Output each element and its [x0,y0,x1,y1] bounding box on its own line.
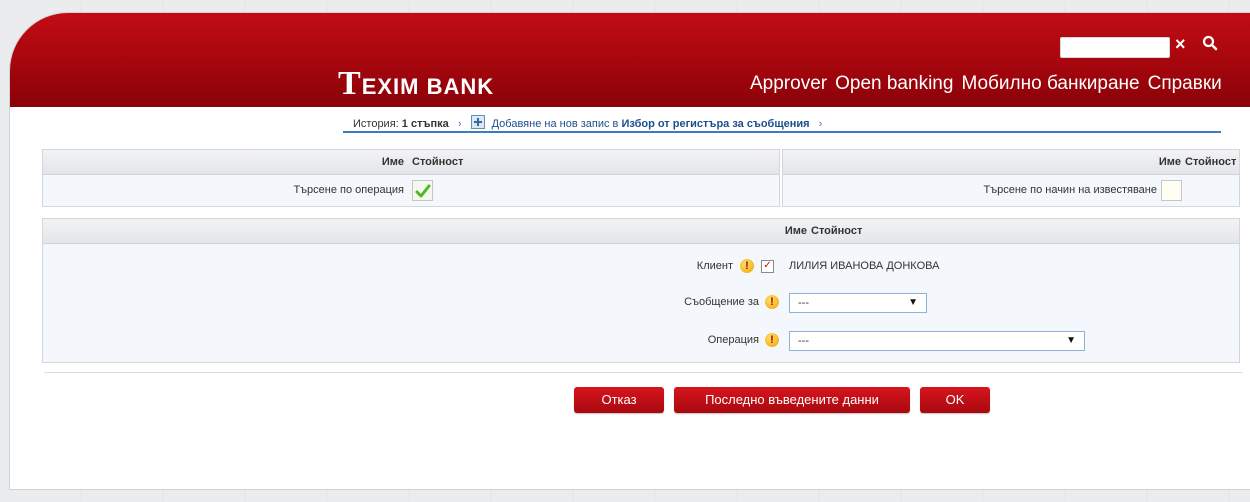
nav-open-banking[interactable]: Open banking [835,73,953,95]
search-input[interactable] [1060,37,1170,58]
panel-header: Име Стойност [783,150,1239,175]
texim-bank-logo[interactable]: TEXIM BANK [338,65,494,103]
panel-header: Име Стойност [43,150,779,175]
filter-panel-notification: Име Стойност Търсене по начин на известя… [782,149,1240,207]
required-icon: ! [740,259,754,273]
search-by-operation-checkbox[interactable] [412,180,433,201]
col-name-header: Име [1158,156,1181,168]
operation-label: Операция [707,334,759,346]
form-body: Клиент ! ✓ ЛИЛИЯ ИВАНОВА ДОНКОВА Съобщен… [43,244,1239,362]
logo-letter: T [338,65,362,102]
last-entered-data-button[interactable]: Последно въведените данни [674,387,910,413]
nav-reports[interactable]: Справки [1148,73,1222,95]
chevron-right-icon: › [457,118,462,130]
add-record-icon[interactable] [470,115,485,129]
logo-text: EXIM BANK [361,74,495,99]
message-for-select[interactable]: --- ▼ [789,293,927,313]
required-icon: ! [765,295,779,309]
divider [44,372,1242,373]
col-value-header: Стойност [811,225,863,237]
col-name-header: Име [381,156,404,168]
history-steps[interactable]: 1 стъпка [402,118,449,130]
required-icon: ! [765,333,779,347]
panel-header: Име Стойност [43,219,1239,244]
search-by-notification-label: Търсене по начин на известяване [983,184,1157,196]
close-icon[interactable]: × [1175,34,1186,55]
chevron-right-icon: › [818,118,823,130]
ok-button[interactable]: OK [920,387,990,413]
breadcrumb-action-text: Добавяне на нов запис в [491,118,619,130]
col-value-header: Стойност [1185,156,1237,168]
breadcrumb-add-link[interactable]: Добавяне на нов запис в Избор от регистъ… [492,118,813,130]
filter-row: Търсене по начин на известяване [783,175,1239,206]
chevron-down-icon: ▼ [1066,335,1076,346]
check-icon [415,184,431,198]
nav-mobile-banking[interactable]: Мобилно банкиране [961,73,1139,95]
nav-approver[interactable]: Approver [750,73,827,95]
filter-row: Търсене по операция [43,175,779,206]
search-by-operation-label: Търсене по операция [293,184,404,196]
client-value: ЛИЛИЯ ИВАНОВА ДОНКОВА [789,260,940,272]
header-bar: TEXIM BANK × Approver Open banking Мобил… [10,13,1250,107]
search-by-notification-checkbox[interactable] [1161,180,1182,201]
operation-select[interactable]: --- ▼ [789,331,1085,351]
message-form-panel: Име Стойност Клиент ! ✓ ЛИЛИЯ ИВАНОВА ДО… [42,218,1240,363]
message-for-selected: --- [798,297,809,309]
chevron-down-icon: ▼ [908,297,918,308]
breadcrumb-target: Избор от регистъра за съобщения [621,118,810,130]
history-label: История: [353,118,399,130]
operation-selected: --- [798,335,809,347]
filter-panel-operation: Име Стойност Търсене по операция [42,149,780,207]
search-icon[interactable] [1202,35,1218,56]
app-window: TEXIM BANK × Approver Open banking Мобил… [10,13,1250,489]
col-value-header: Стойност [412,156,464,168]
client-label: Клиент [696,260,733,272]
message-for-label: Съобщение за [684,296,759,308]
top-nav: Approver Open banking Мобилно банкиране … [750,73,1222,95]
col-name-header: Име [784,225,807,237]
breadcrumb: История: 1 стъпка › Добавяне на нов запи… [343,109,1221,133]
cancel-button[interactable]: Отказ [574,387,664,413]
client-checkbox[interactable]: ✓ [761,260,774,273]
